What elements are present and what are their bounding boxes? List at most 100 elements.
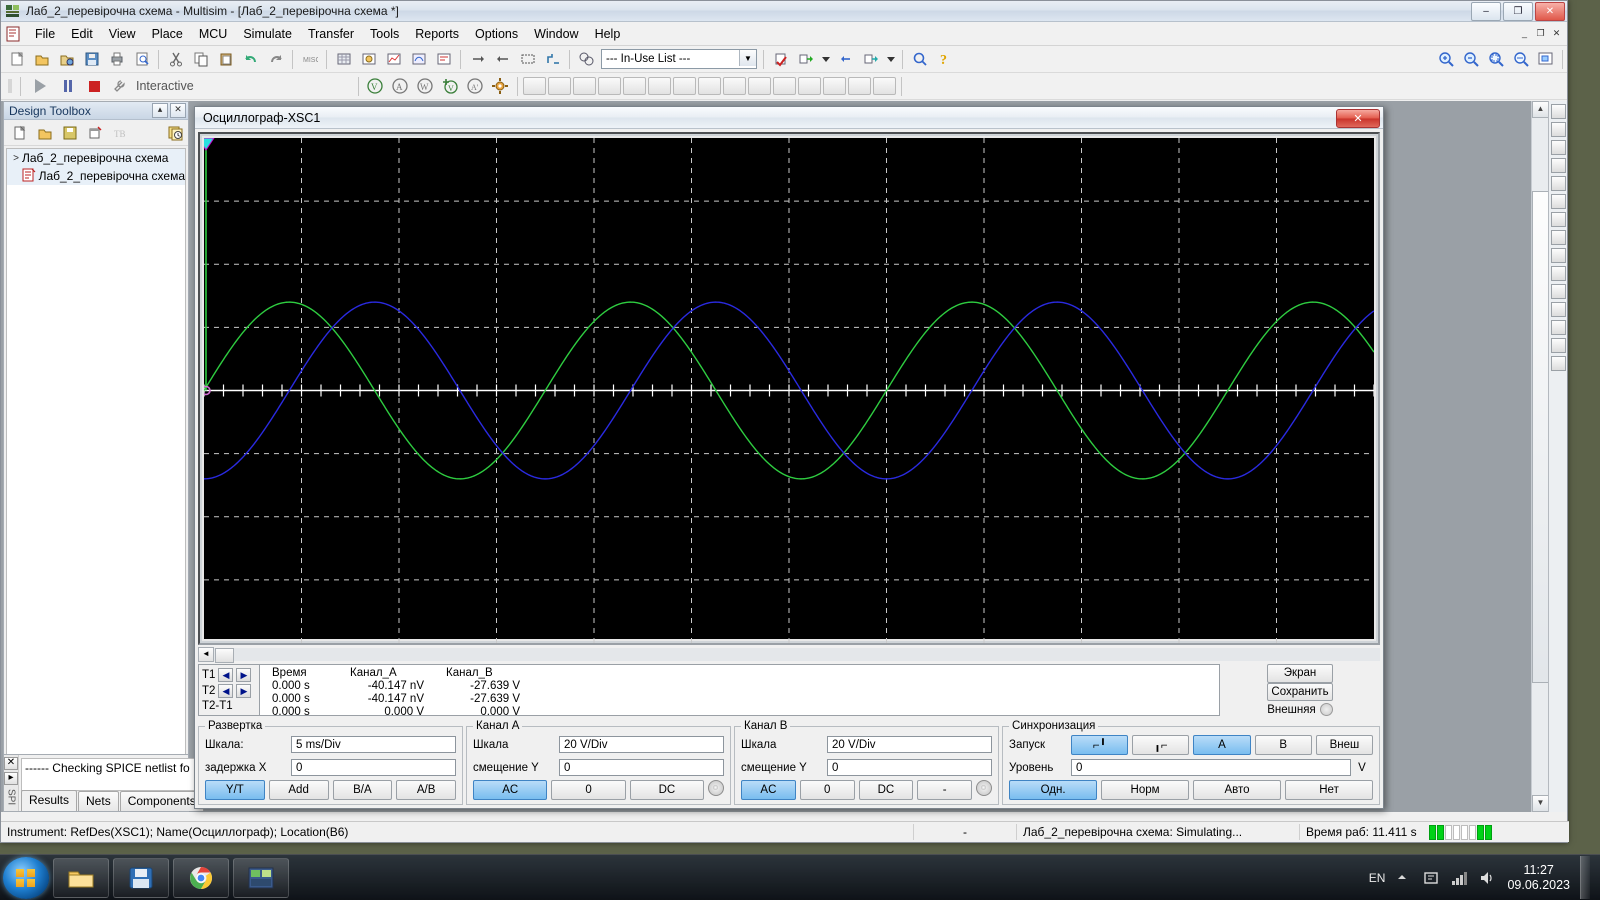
transfer-to-dropdown-icon[interactable] — [819, 48, 832, 71]
menu-item-reports[interactable]: Reports — [407, 24, 467, 44]
trigger-edge-rising-button[interactable]: ⌐╹ — [1071, 735, 1128, 755]
palette-button-12[interactable] — [1551, 302, 1566, 317]
back-annotate-icon[interactable] — [466, 48, 489, 71]
palette-button-7[interactable] — [1551, 212, 1566, 227]
open-design-icon[interactable] — [33, 121, 56, 144]
bus-icon[interactable] — [541, 48, 564, 71]
channel-a-coupling-dc[interactable]: DC — [630, 780, 704, 800]
power-probe-icon[interactable]: W — [414, 75, 437, 98]
component-wizard-icon[interactable] — [357, 48, 380, 71]
palette-button-8[interactable] — [1551, 230, 1566, 245]
menu-item-mcu[interactable]: MCU — [191, 24, 235, 44]
transfer-from-dropdown-icon[interactable] — [884, 48, 897, 71]
new-design-icon[interactable] — [8, 121, 31, 144]
taskbar-save-app-button[interactable] — [113, 858, 169, 898]
timebase-mode-yt[interactable]: Y/T — [205, 780, 265, 800]
palette-button-3[interactable] — [1551, 140, 1566, 155]
timebase-mode-ab[interactable]: A/B — [396, 780, 456, 800]
voltmeter-probe-icon[interactable]: V — [364, 75, 387, 98]
external-trigger-terminal-icon[interactable] — [1320, 703, 1333, 716]
zoom-in-icon[interactable] — [1434, 48, 1457, 71]
mdi-minimize-button[interactable]: _ — [1517, 26, 1532, 40]
zoom-out-icon[interactable] — [1459, 48, 1482, 71]
show-hidden-icons-icon[interactable] — [1395, 870, 1413, 886]
save-design-icon[interactable] — [58, 121, 81, 144]
misc-icon[interactable]: MISC — [298, 48, 321, 71]
trigger-source-b-button[interactable]: B — [1255, 735, 1312, 755]
stop-simulation-button[interactable] — [82, 75, 106, 98]
palette-button-2[interactable] — [1551, 122, 1566, 137]
trigger-sweep-normal[interactable]: Норм — [1101, 780, 1189, 800]
copy-icon[interactable] — [189, 48, 212, 71]
scope-hscroll-thumb[interactable] — [215, 648, 234, 663]
cursor-t2-left-button[interactable]: ◀ — [218, 684, 233, 698]
action-center-icon[interactable] — [1423, 870, 1441, 886]
check-netlist-icon[interactable] — [769, 48, 792, 71]
print-preview-icon[interactable] — [130, 48, 153, 71]
palette-button-14[interactable] — [1551, 338, 1566, 353]
spice-panel-collapse-button[interactable]: ▸ — [4, 772, 18, 785]
menu-item-simulate[interactable]: Simulate — [235, 24, 300, 44]
instrument-logic-converter-button[interactable] — [723, 77, 746, 95]
tray-language-indicator[interactable]: EN — [1369, 871, 1386, 885]
redo-icon[interactable] — [264, 48, 287, 71]
transfer-from-icon[interactable] — [859, 48, 882, 71]
maximize-button[interactable]: ❐ — [1503, 2, 1533, 21]
timebase-scale-field[interactable]: 5 ms/Div — [291, 736, 456, 753]
instrument-logic-analyzer-button[interactable] — [748, 77, 771, 95]
palette-button-10[interactable] — [1551, 266, 1566, 281]
taskbar-chrome-button[interactable] — [173, 858, 229, 898]
menu-item-help[interactable]: Help — [587, 24, 629, 44]
tree-row[interactable]: > Лаб_2_перевірочна схема — [7, 149, 185, 167]
zoom-fit-icon[interactable] — [1509, 48, 1532, 71]
instrument-distortion-analyzer-button[interactable] — [798, 77, 821, 95]
grapher-icon[interactable] — [382, 48, 405, 71]
menu-item-tools[interactable]: Tools — [362, 24, 407, 44]
trigger-source-a-button[interactable]: A — [1193, 735, 1250, 755]
instrument-frequency-counter-button[interactable] — [673, 77, 696, 95]
palette-button-13[interactable] — [1551, 320, 1566, 335]
palette-button-6[interactable] — [1551, 194, 1566, 209]
mdi-close-button[interactable]: ✕ — [1549, 26, 1564, 40]
channel-b-scale-field[interactable]: 20 V/Div — [827, 736, 992, 753]
timebase-mode-add[interactable]: Add — [269, 780, 329, 800]
ammeter-probe-icon[interactable]: A — [389, 75, 412, 98]
channel-b-offset-field[interactable]: 0 — [827, 759, 992, 776]
instrument-oscilloscope-button[interactable] — [598, 77, 621, 95]
scroll-down-icon[interactable]: ▼ — [1532, 795, 1549, 812]
channel-b-coupling-dc[interactable]: DC — [859, 780, 914, 800]
channel-a-offset-field[interactable]: 0 — [559, 759, 724, 776]
taskbar-multisim-button[interactable] — [233, 858, 289, 898]
taskbar-clock[interactable]: 11:27 09.06.2023 — [1507, 863, 1570, 893]
volume-icon[interactable] — [1479, 870, 1497, 886]
probe-settings-gear-icon[interactable] — [489, 75, 512, 98]
trigger-sweep-none[interactable]: Нет — [1285, 780, 1373, 800]
postprocessor-icon[interactable] — [407, 48, 430, 71]
chevron-down-icon[interactable]: ▼ — [739, 50, 756, 66]
menu-item-view[interactable]: View — [101, 24, 144, 44]
scroll-up-icon[interactable]: ▲ — [1532, 101, 1549, 118]
instrument-agilent-function-gen-button[interactable] — [873, 77, 896, 95]
cursor-t1-left-button[interactable]: ◀ — [218, 668, 233, 682]
oscilloscope-titlebar[interactable]: Осциллограф-XSC1 ✕ — [195, 107, 1383, 129]
in-use-list-combo[interactable]: --- In-Use List --- ▼ — [601, 49, 757, 69]
differential-probe-icon[interactable]: A' — [464, 75, 487, 98]
show-desktop-button[interactable] — [1580, 856, 1590, 899]
print-icon[interactable] — [105, 48, 128, 71]
instrument-four-channel-scope-button[interactable] — [623, 77, 646, 95]
trigger-level-field[interactable]: 0 — [1071, 759, 1351, 776]
tree-row[interactable]: Лаб_2_перевірочна схема — [7, 167, 185, 185]
channel-b-terminal-knob[interactable] — [976, 780, 992, 796]
tree-expander-icon[interactable]: > — [10, 153, 22, 164]
spice-panel-close-button[interactable]: ✕ — [4, 757, 18, 770]
menu-item-transfer[interactable]: Transfer — [300, 24, 362, 44]
scope-scroll-left-icon[interactable]: ◄ — [198, 647, 214, 662]
menu-item-file[interactable]: File — [27, 24, 63, 44]
database-icon[interactable] — [332, 48, 355, 71]
forward-annotate-icon[interactable] — [491, 48, 514, 71]
pause-simulation-button[interactable] — [56, 75, 80, 98]
channel-a-terminal-knob[interactable] — [708, 780, 724, 796]
trigger-edge-falling-button[interactable]: ╻⌐ — [1132, 735, 1189, 755]
screen-button[interactable]: Экран — [1267, 664, 1333, 683]
tab-results[interactable]: Results — [21, 790, 77, 811]
